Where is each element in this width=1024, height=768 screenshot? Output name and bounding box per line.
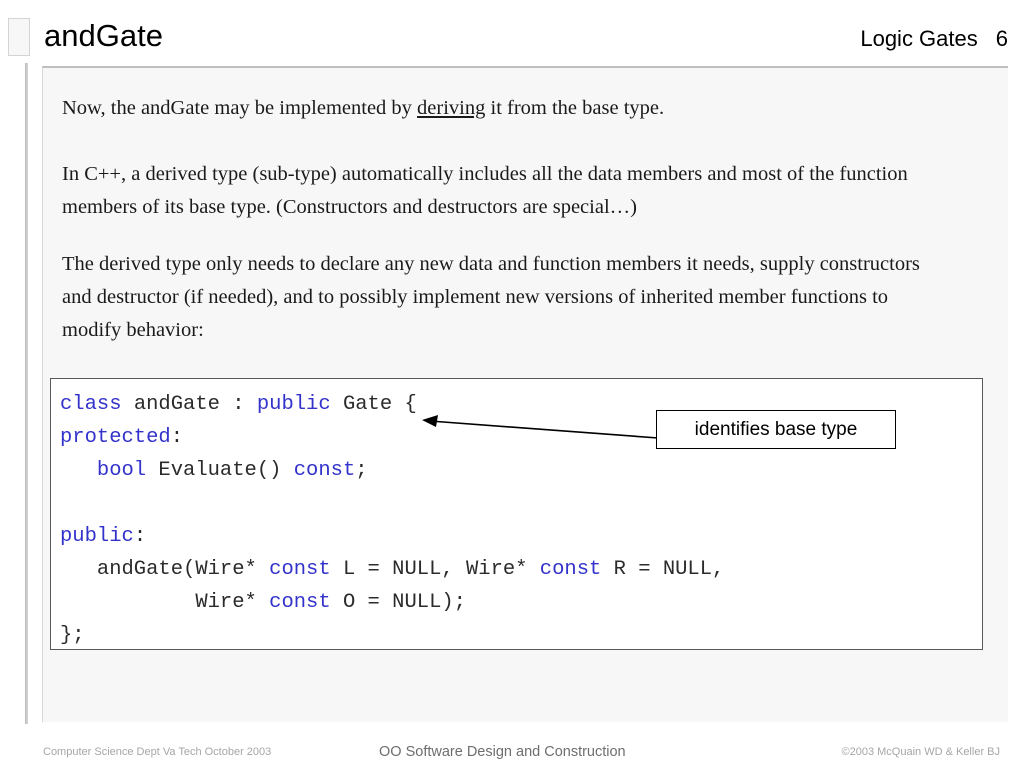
footer-right-text: ©2003 McQuain WD & Keller BJ — [841, 746, 1001, 758]
para1-segment-after: it from the base type. — [485, 97, 665, 119]
code-line: andGate(Wire* const L = NULL, Wire* cons… — [60, 553, 724, 586]
code-text: andGate : — [121, 393, 257, 416]
header-right-group: Logic Gates 6 — [860, 26, 1008, 52]
code-text: : — [170, 426, 184, 449]
callout-label: identifies base type — [694, 418, 858, 440]
code-keyword: public — [60, 525, 134, 548]
code-keyword: public — [256, 393, 331, 416]
code-line: class andGate : public Gate { — [60, 388, 724, 421]
slide-footer: Computer Science Dept Va Tech October 20… — [0, 742, 1024, 768]
code-text: Wire* — [60, 591, 270, 614]
title-placeholder-box-icon — [8, 18, 30, 56]
footer-left-text: Computer Science Dept Va Tech October 20… — [43, 746, 272, 758]
code-text: Gate { — [330, 393, 417, 416]
code-keyword: class — [60, 393, 122, 416]
code-text: }; — [60, 624, 85, 647]
page-title: andGate — [44, 18, 163, 53]
code-keyword: bool — [96, 459, 147, 482]
footer-center-text: OO Software Design and Construction — [379, 744, 626, 760]
body-paragraph-2: In C++, a derived type (sub-type) automa… — [62, 163, 908, 218]
code-line: }; — [60, 619, 724, 652]
code-text: andGate(Wire* — [60, 558, 270, 581]
code-listing: class andGate : public Gate {protected: … — [60, 388, 724, 652]
code-keyword: const — [293, 459, 356, 482]
code-line: protected: — [60, 421, 724, 454]
code-text: R = NULL, — [601, 558, 725, 581]
code-text: O = NULL); — [330, 591, 466, 614]
slide-number: 6 — [995, 26, 1008, 51]
slide-header: andGate Logic Gates 6 — [0, 0, 1024, 66]
para1-emphasis-deriving: deriving — [417, 97, 486, 119]
code-keyword: const — [539, 558, 602, 581]
code-line: public: — [60, 520, 724, 553]
code-line: Wire* const O = NULL); — [60, 586, 724, 619]
left-rail-divider — [25, 63, 28, 724]
para1-segment-before: Now, the andGate may be implemented by — [62, 97, 418, 119]
code-keyword: protected — [60, 426, 171, 449]
callout-box: identifies base type — [656, 410, 896, 449]
code-keyword: const — [269, 558, 331, 581]
code-text: L = NULL, Wire* — [330, 558, 540, 581]
code-line: bool Evaluate() const; — [60, 454, 724, 487]
body-paragraph-3: The derived type only needs to declare a… — [62, 253, 920, 341]
code-text: Evaluate() — [146, 459, 294, 482]
header-subject-label: Logic Gates — [860, 26, 978, 51]
body-paragraph-1: Now, the andGate may be implemented by d… — [62, 92, 962, 125]
code-text: ; — [355, 459, 368, 482]
code-text: : — [133, 525, 147, 548]
code-keyword: const — [269, 591, 331, 614]
